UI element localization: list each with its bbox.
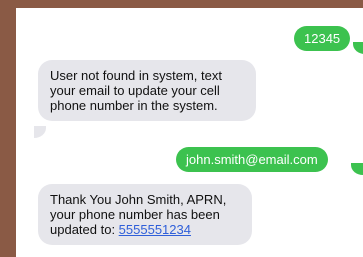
- sent-message-bubble[interactable]: 12345: [294, 26, 351, 51]
- received-message-bubble[interactable]: User not found in system, text your emai…: [38, 60, 256, 121]
- bubble-tail: [351, 163, 363, 175]
- sent-message-bubble[interactable]: john.smith@email.com: [176, 147, 328, 172]
- message-thread: 12345 User not found in system, text you…: [0, 0, 363, 257]
- message-text: User not found in system, text your emai…: [50, 68, 222, 113]
- bubble-tail: [353, 42, 363, 54]
- bubble-tail: [34, 126, 46, 138]
- phone-number-link[interactable]: 5555551234: [119, 222, 191, 237]
- received-message-bubble[interactable]: Thank You John Smith, APRN, your phone n…: [38, 184, 252, 245]
- message-text: john.smith@email.com: [186, 152, 318, 167]
- message-text: 12345: [304, 31, 341, 46]
